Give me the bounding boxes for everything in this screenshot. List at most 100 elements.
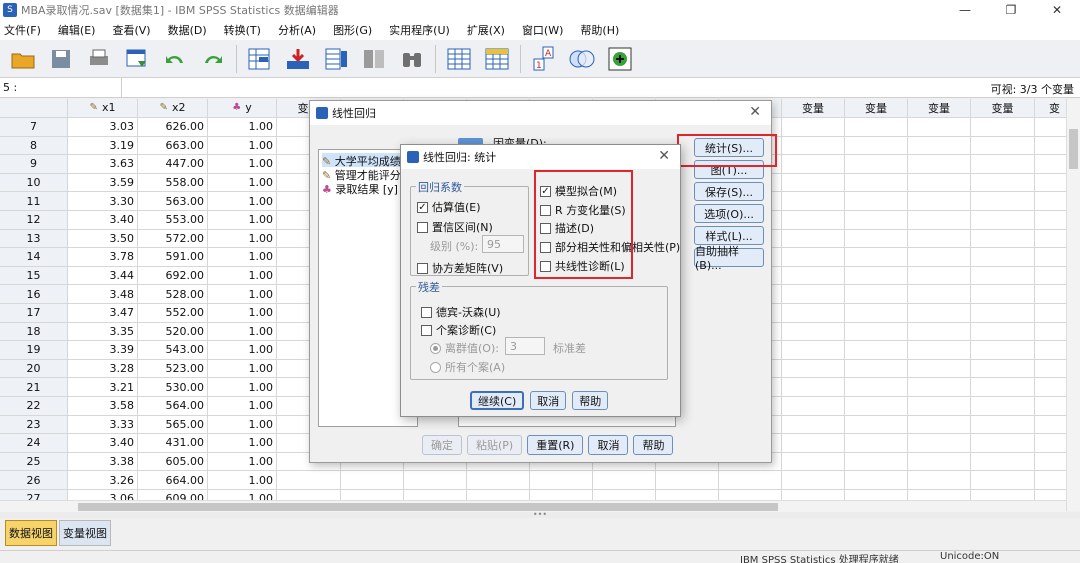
empty-cell[interactable]: [908, 229, 971, 249]
cell-x2[interactable]: 572.00: [138, 229, 208, 249]
empty-cell[interactable]: [908, 359, 971, 379]
cell-x1[interactable]: 3.47: [68, 304, 138, 323]
empty-cell[interactable]: [1035, 118, 1066, 137]
cell-x2[interactable]: 565.00: [138, 415, 208, 435]
cell-y[interactable]: 1.00: [208, 136, 277, 156]
find-icon[interactable]: [397, 44, 427, 74]
cell-x1[interactable]: 3.50: [68, 229, 138, 249]
cell-y[interactable]: 1.00: [208, 341, 277, 360]
bootstrap-button[interactable]: 自助抽样(B)...: [694, 245, 764, 272]
corner-cell[interactable]: [0, 99, 68, 118]
empty-cell[interactable]: [845, 397, 908, 416]
outliers-radio[interactable]: 离群值(O):: [430, 340, 499, 356]
empty-cell[interactable]: [971, 155, 1035, 174]
row-number[interactable]: 17: [0, 304, 68, 323]
empty-cell[interactable]: [782, 471, 845, 490]
covariance-matrix-checkbox[interactable]: 协方差矩阵(V): [417, 260, 503, 276]
row-number[interactable]: 7: [0, 118, 68, 137]
menu-utilities[interactable]: 实用程序(U): [389, 22, 450, 38]
empty-cell[interactable]: [1035, 490, 1066, 500]
cell-x2[interactable]: 553.00: [138, 211, 208, 230]
cell-x2[interactable]: 605.00: [138, 452, 208, 472]
checkbox-checked[interactable]: ✓: [417, 201, 428, 213]
column-header-y[interactable]: ♣ y: [208, 99, 277, 118]
empty-cell[interactable]: [845, 304, 908, 323]
goto-case-icon[interactable]: [245, 44, 275, 74]
close-icon[interactable]: ✕: [749, 104, 761, 120]
empty-cell[interactable]: [782, 155, 845, 174]
continue-button[interactable]: 继续(C): [470, 391, 525, 410]
empty-cell[interactable]: [971, 229, 1035, 249]
empty-cell[interactable]: [277, 471, 341, 490]
cell-y[interactable]: 1.00: [208, 173, 277, 193]
empty-cell[interactable]: [782, 452, 845, 472]
menu-view[interactable]: 查看(V): [112, 22, 150, 38]
cell-x2[interactable]: 520.00: [138, 322, 208, 342]
empty-cell[interactable]: [908, 471, 971, 490]
vertical-scroll-thumb[interactable]: [1069, 129, 1078, 169]
column-header-x2[interactable]: ✎ x2: [138, 99, 208, 118]
ok-button[interactable]: 确定: [422, 435, 462, 455]
empty-cell[interactable]: [971, 304, 1035, 323]
empty-cell[interactable]: [530, 471, 593, 490]
row-number[interactable]: 26: [0, 471, 68, 490]
estimates-checkbox[interactable]: ✓ 估算值(E): [417, 199, 481, 215]
empty-cell[interactable]: [1035, 323, 1066, 342]
column-header-var[interactable]: 变量: [908, 99, 971, 118]
confidence-intervals-checkbox[interactable]: 置信区间(N): [417, 219, 493, 235]
empty-cell[interactable]: [782, 359, 845, 379]
select-cases-icon[interactable]: [482, 44, 512, 74]
empty-cell[interactable]: [908, 434, 971, 453]
column-header-var[interactable]: 变量: [971, 99, 1035, 118]
checkbox-unchecked[interactable]: [421, 324, 432, 336]
cell-x2[interactable]: 663.00: [138, 136, 208, 156]
empty-cell[interactable]: [845, 173, 908, 193]
cell-x2[interactable]: 626.00: [138, 118, 208, 137]
empty-cell[interactable]: [1035, 434, 1066, 453]
empty-cell[interactable]: [1035, 267, 1066, 286]
empty-cell[interactable]: [908, 378, 971, 397]
column-header-x1[interactable]: ✎ x1: [68, 99, 138, 118]
empty-cell[interactable]: [845, 248, 908, 267]
empty-cell[interactable]: [719, 471, 782, 490]
empty-cell[interactable]: [782, 490, 845, 500]
cell-y[interactable]: 1.00: [208, 471, 277, 490]
empty-cell[interactable]: [845, 192, 908, 211]
cell-x2[interactable]: 431.00: [138, 434, 208, 453]
menu-extensions[interactable]: 扩展(X): [467, 22, 505, 38]
cell-x1[interactable]: 3.78: [68, 248, 138, 267]
empty-cell[interactable]: [845, 155, 908, 174]
use-sets-icon[interactable]: [567, 44, 597, 74]
cell-x1[interactable]: 3.39: [68, 341, 138, 360]
cancel-button[interactable]: 取消: [588, 435, 629, 455]
print-icon[interactable]: [84, 44, 114, 74]
empty-cell[interactable]: [908, 155, 971, 174]
variables-icon[interactable]: [321, 44, 351, 74]
cell-x2[interactable]: 564.00: [138, 397, 208, 416]
cell-x2[interactable]: 552.00: [138, 304, 208, 323]
menu-help[interactable]: 帮助(H): [580, 22, 619, 38]
help-button[interactable]: 帮助: [572, 391, 609, 410]
cell-y[interactable]: 1.00: [208, 285, 277, 304]
empty-cell[interactable]: [656, 490, 719, 500]
empty-cell[interactable]: [971, 192, 1035, 211]
empty-cell[interactable]: [782, 266, 845, 286]
durbin-watson-checkbox[interactable]: 德宾-沃森(U): [421, 304, 501, 320]
row-number[interactable]: 19: [0, 341, 68, 360]
cell-x1[interactable]: 3.21: [68, 378, 138, 397]
empty-cell[interactable]: [971, 285, 1035, 304]
cell-x2[interactable]: 530.00: [138, 378, 208, 397]
empty-cell[interactable]: [341, 471, 404, 490]
empty-cell[interactable]: [845, 471, 908, 490]
empty-cell[interactable]: [341, 490, 404, 500]
cell-x1[interactable]: 3.38: [68, 452, 138, 472]
cell-x2[interactable]: 523.00: [138, 359, 208, 379]
empty-cell[interactable]: [908, 341, 971, 360]
cell-y[interactable]: 1.00: [208, 211, 277, 230]
empty-cell[interactable]: [971, 452, 1035, 472]
cell-y[interactable]: 1.00: [208, 490, 277, 500]
row-number[interactable]: 25: [0, 452, 68, 472]
cell-x1[interactable]: 3.63: [68, 155, 138, 174]
empty-cell[interactable]: [782, 211, 845, 230]
empty-cell[interactable]: [845, 415, 908, 435]
